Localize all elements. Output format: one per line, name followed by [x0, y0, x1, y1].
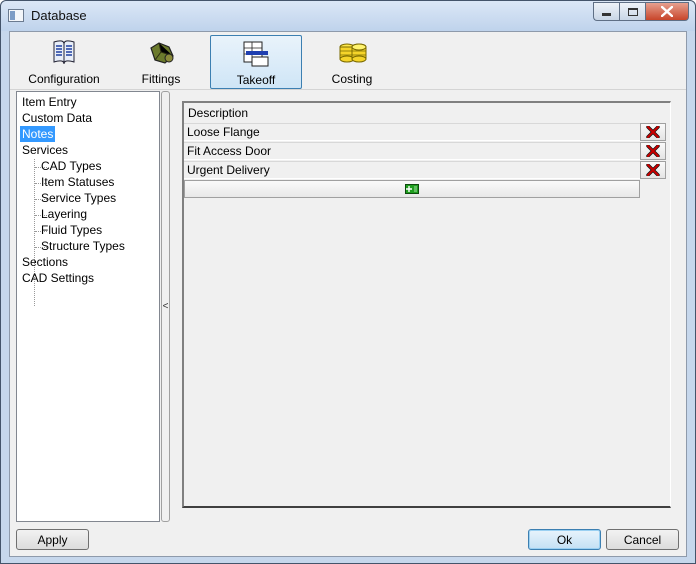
fittings-tab[interactable]: Fittings [122, 35, 200, 89]
navigation-tree[interactable]: Item Entry Custom Data Notes Services CA… [16, 91, 160, 522]
apply-button[interactable]: Apply [16, 529, 89, 550]
tree-item-layering[interactable]: Layering [39, 206, 89, 222]
window-title: Database [31, 8, 87, 23]
tree-item-fluid-types[interactable]: Fluid Types [39, 222, 104, 238]
delete-row-button[interactable] [640, 142, 666, 160]
delete-row-button[interactable] [640, 123, 666, 141]
minimize-button[interactable] [593, 2, 619, 21]
costing-coins-icon [339, 43, 367, 63]
toolbar: Configuration Fittings Takeoff Costing [10, 32, 686, 90]
tree-item-services[interactable]: Services [20, 142, 70, 158]
configuration-book-icon [53, 40, 75, 65]
takeoff-icon [243, 41, 269, 67]
configuration-tab[interactable]: Configuration [20, 35, 108, 89]
database-window: Database Configuration Fittings Takeoff … [0, 0, 696, 564]
title-bar[interactable]: Database [1, 1, 695, 31]
close-button[interactable] [645, 2, 689, 21]
ok-button[interactable]: Ok [528, 529, 601, 550]
tree-item-notes[interactable]: Notes [20, 126, 56, 142]
tree-item-cad-types[interactable]: CAD Types [39, 158, 103, 174]
description-column-header: Description [188, 106, 249, 120]
costing-tab[interactable]: Costing [316, 35, 388, 89]
collapse-arrow-icon: < [162, 301, 169, 312]
table-row[interactable]: Fit Access Door [184, 142, 640, 160]
takeoff-tab[interactable]: Takeoff [210, 35, 302, 89]
tree-item-service-types[interactable]: Service Types [39, 190, 118, 206]
delete-row-button[interactable] [640, 161, 666, 179]
takeoff-label: Takeoff [236, 73, 276, 87]
delete-x-icon [646, 164, 660, 176]
delete-x-icon [646, 126, 660, 138]
client-area: Configuration Fittings Takeoff Costing I… [9, 31, 687, 557]
panel-splitter[interactable]: < [161, 91, 170, 522]
tree-item-structure-types[interactable]: Structure Types [39, 238, 127, 254]
cancel-button[interactable]: Cancel [606, 529, 679, 550]
fittings-icon [150, 42, 174, 64]
table-row[interactable]: Urgent Delivery [184, 161, 640, 179]
tree-item-item-statuses[interactable]: Item Statuses [39, 174, 116, 190]
costing-label: Costing [331, 72, 373, 86]
maximize-icon [627, 7, 638, 16]
tree-item-cad-settings[interactable]: CAD Settings [20, 270, 96, 286]
fittings-label: Fittings [141, 72, 181, 86]
delete-x-icon [646, 145, 660, 157]
database-window-icon [8, 9, 24, 22]
maximize-button[interactable] [619, 2, 645, 21]
tree-item-sections[interactable]: Sections [20, 254, 70, 270]
tree-item-item-entry[interactable]: Item Entry [20, 94, 79, 110]
configuration-label: Configuration [28, 72, 100, 86]
table-row[interactable]: Loose Flange [184, 123, 640, 141]
minimize-icon [602, 13, 611, 16]
caption-buttons [593, 2, 689, 21]
add-note-button[interactable] [184, 180, 640, 198]
tree-item-custom-data[interactable]: Custom Data [20, 110, 94, 126]
notes-grid-panel: Description Loose Flange Fit Access Door… [182, 101, 671, 508]
close-icon [661, 6, 673, 17]
add-row-icon [405, 184, 419, 194]
